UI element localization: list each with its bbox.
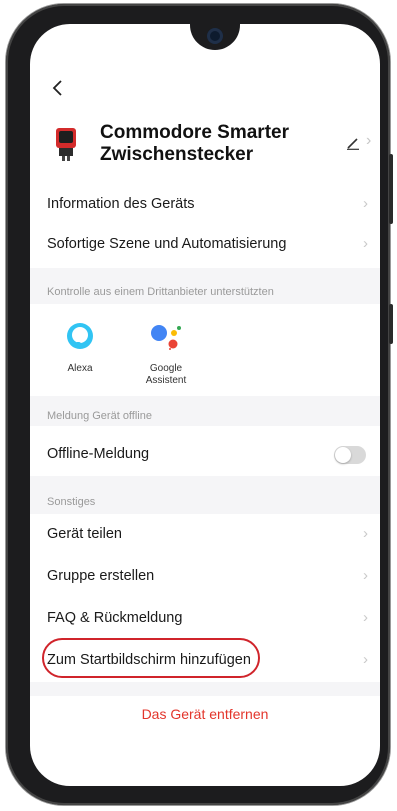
device-name: Commodore Smarter Zwischenstecker [100,122,289,165]
row-label: Gruppe erstellen [47,568,155,584]
row-label: Offline-Meldung [47,446,150,462]
section-other: Sonstiges [30,476,380,516]
google-assistant-label: Google Assistent [126,363,206,387]
row-label: Sofortige Szene und Automatisierung [47,236,287,252]
row-label: Information des Geräts [47,196,195,212]
row-scene-automation[interactable]: Sofortige Szene und Automatisierung › [30,224,380,264]
chevron-right-icon: › [363,525,368,542]
front-camera-icon [207,28,223,44]
power-button [389,304,393,344]
row-label: FAQ & Rückmeldung [47,610,183,626]
chevron-right-icon: › [363,235,368,252]
alexa-icon [67,323,93,349]
app-screen: Commodore Smarter Zwischenstecker › Info… [30,24,380,786]
chevron-right-icon: › [363,651,368,668]
row-faq-feedback[interactable]: FAQ & Rückmeldung › [30,598,380,638]
pencil-icon[interactable] [346,136,360,150]
chevron-right-icon: › [363,195,368,212]
section-title: Kontrolle aus einem Drittanbieter unters… [47,286,274,298]
notch [190,24,240,50]
smart-plug-icon [56,128,76,161]
remove-device-button[interactable]: Das Gerät entfernen [30,694,380,734]
highlight-circle [42,638,260,678]
phone-frame: Commodore Smarter Zwischenstecker › Info… [6,4,393,805]
alexa-item[interactable]: Alexa [40,320,120,375]
back-button[interactable] [48,78,68,98]
row-share-device[interactable]: Gerät teilen › [30,514,380,554]
google-assistant-item[interactable]: Google Assistent [126,320,206,387]
toggle-knob [335,447,351,463]
volume-button [389,154,393,224]
offline-toggle[interactable] [334,446,366,464]
row-label: Gerät teilen [47,526,122,542]
chevron-right-icon: › [363,567,368,584]
chevron-right-icon: › [363,609,368,626]
device-header[interactable]: Commodore Smarter Zwischenstecker › [30,120,380,176]
section-title: Sonstiges [47,496,96,508]
google-assistant-icon [151,325,181,350]
chevron-left-icon [52,80,62,96]
section-third-party: Kontrolle aus einem Drittanbieter unters… [30,268,380,304]
google-label-line1: Google [149,363,183,374]
chevron-right-icon: › [366,132,372,149]
row-create-group[interactable]: Gruppe erstellen › [30,556,380,596]
section-offline: Meldung Gerät offline [30,396,380,426]
row-offline-notice: Offline-Meldung [30,434,380,474]
alexa-label: Alexa [67,363,93,374]
google-label-line2: Assistent [145,375,187,386]
section-title: Meldung Gerät offline [47,410,152,422]
row-device-info[interactable]: Information des Geräts › [30,184,380,224]
